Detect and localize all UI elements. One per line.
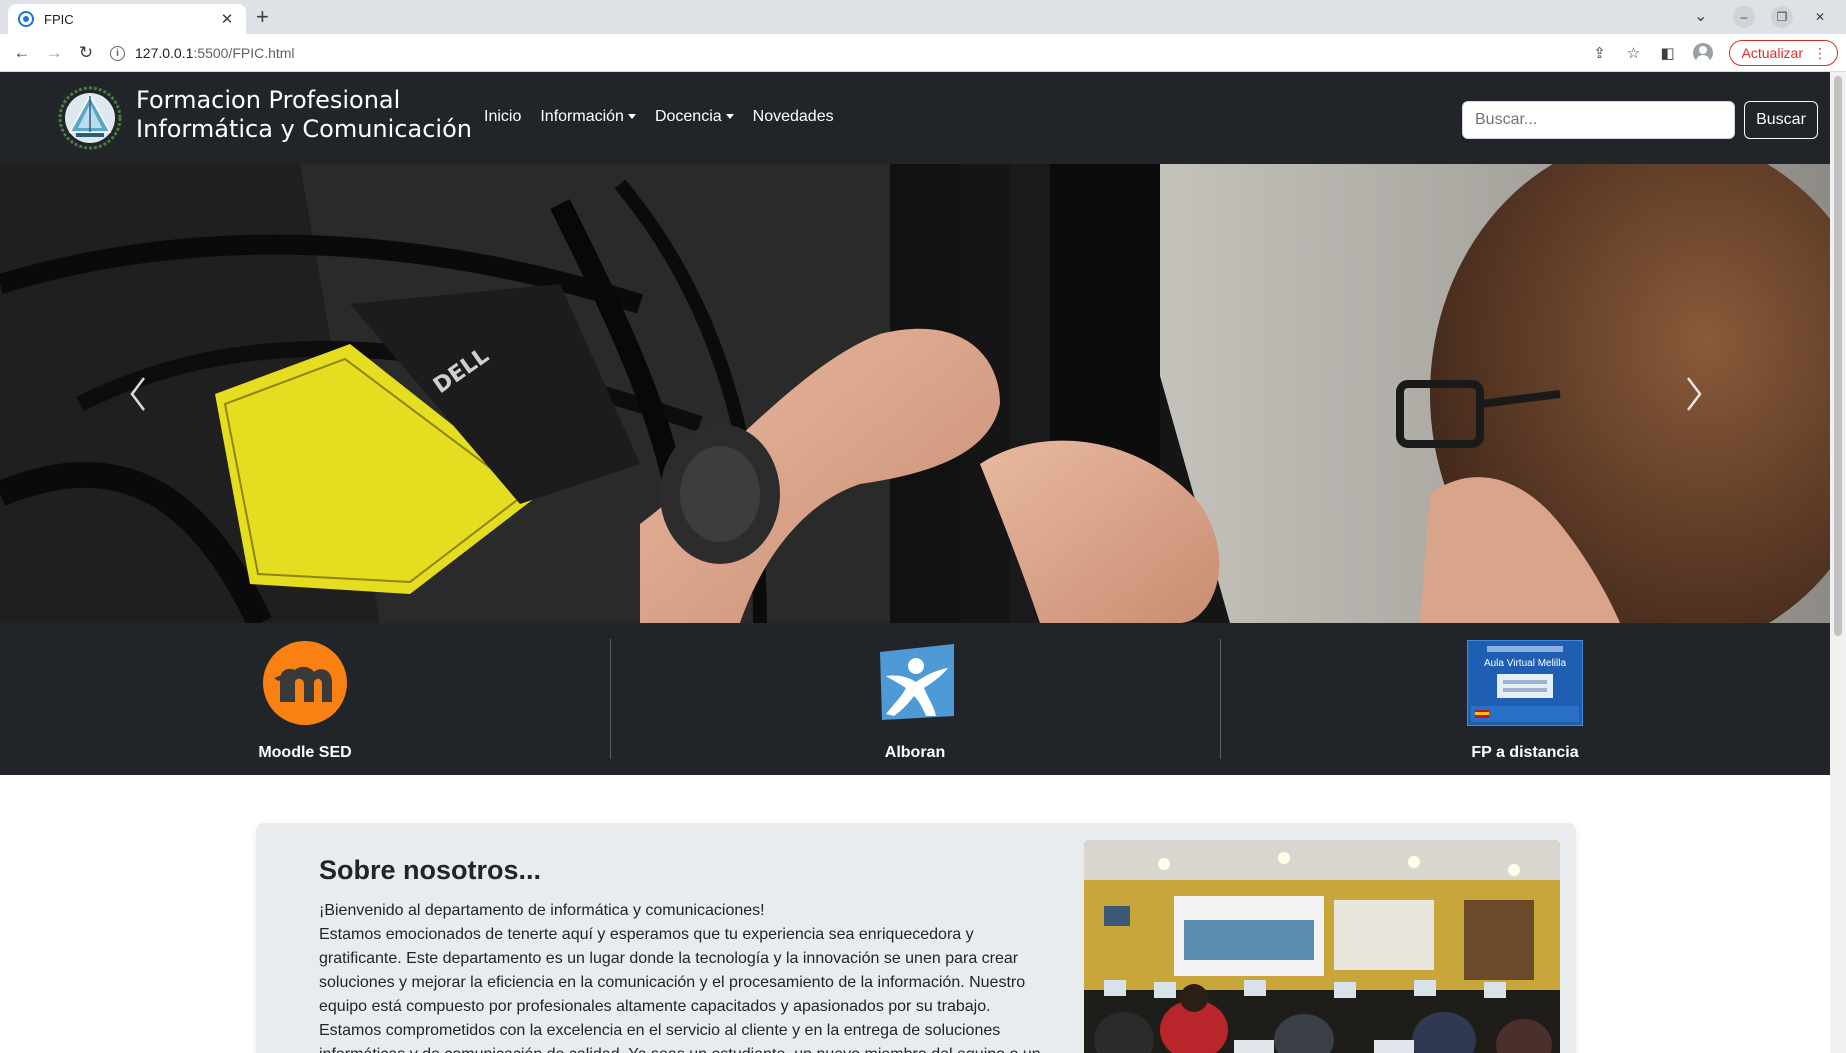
update-button[interactable]: Actualizar ⋮: [1728, 40, 1838, 66]
scrollbar-thumb[interactable]: [1834, 76, 1842, 636]
browser-tab-strip: FPIC ✕ + ⌄ – ❐ ✕: [0, 0, 1846, 34]
caret-down-icon: [725, 114, 734, 120]
quick-link-alboran[interactable]: Alboran: [610, 623, 1220, 775]
nav-inicio[interactable]: Inicio: [484, 108, 521, 126]
reload-button[interactable]: ↻: [72, 39, 100, 67]
fpic-logo-icon[interactable]: [58, 86, 122, 150]
bookmark-star-icon[interactable]: ☆: [1625, 44, 1643, 62]
about-title: Sobre nosotros...: [319, 855, 542, 885]
update-label: Actualizar: [1741, 45, 1803, 61]
quick-link-alboran-label: Alboran: [884, 744, 946, 761]
about-section: Sobre nosotros... ¡Bienvenido al departa…: [256, 823, 1576, 1053]
url-host: 127.0.0.1: [135, 45, 194, 61]
forward-button[interactable]: →: [40, 39, 68, 67]
tab-favicon-icon: [18, 11, 34, 27]
quick-links-bar: Moodle SED Alboran Aula Virtual Melilla …: [0, 623, 1830, 775]
browser-tab[interactable]: FPIC ✕: [8, 4, 246, 34]
about-description: Estamos emocionados de tenerte aquí y es…: [319, 926, 1041, 1053]
aula-virtual-banner-text: Aula Virtual Melilla: [1484, 658, 1567, 669]
brand-title[interactable]: Formacion Profesional Informática y Comu…: [136, 86, 472, 144]
search-input[interactable]: [1462, 101, 1735, 139]
carousel-prev-button[interactable]: [118, 374, 158, 414]
chevron-right-icon: [1687, 377, 1702, 411]
nav-inicio-label: Inicio: [484, 108, 522, 125]
alboran-icon: [880, 644, 954, 720]
nav-informacion-dropdown[interactable]: Información: [540, 108, 636, 126]
profile-avatar-icon[interactable]: [1692, 43, 1713, 63]
share-icon[interactable]: ⇪: [1591, 44, 1609, 62]
quick-link-moodle-label: Moodle SED: [258, 744, 352, 761]
quick-link-fp-distancia-label: FP a distancia: [1471, 744, 1579, 761]
about-classroom-photo: [1084, 840, 1560, 1053]
tab-search-chevron-icon[interactable]: ⌄: [1694, 6, 1707, 26]
site-navbar: Formacion Profesional Informática y Comu…: [0, 72, 1830, 164]
back-button[interactable]: ←: [8, 39, 36, 67]
carousel-slide-image: DELL: [0, 164, 1830, 623]
address-bar[interactable]: i 127.0.0.1:5500/FPIC.html: [110, 40, 1590, 66]
url-path: :5500/FPIC.html: [193, 45, 295, 61]
browser-toolbar: ← → ↻ i 127.0.0.1:5500/FPIC.html ⇪ ☆ ◧ A…: [0, 34, 1846, 72]
caret-down-icon: [627, 114, 636, 120]
brand-line-1: Formacion Profesional: [136, 86, 401, 114]
page-scrollbar[interactable]: [1830, 72, 1846, 1053]
new-tab-button[interactable]: +: [256, 5, 269, 29]
nav-informacion-label: Información: [540, 108, 624, 125]
search-button[interactable]: Buscar: [1744, 101, 1818, 139]
restore-button[interactable]: ❐: [1771, 6, 1793, 28]
moodle-icon: [263, 641, 347, 725]
about-text: ¡Bienvenido al departamento de informáti…: [319, 899, 1049, 1053]
site-info-icon[interactable]: i: [110, 45, 125, 61]
quick-link-moodle[interactable]: Moodle SED: [0, 623, 610, 775]
window-close-button[interactable]: ✕: [1809, 6, 1831, 28]
browser-menu-icon: ⋮: [1813, 44, 1827, 61]
nav-docencia-dropdown[interactable]: Docencia: [655, 108, 734, 126]
nav-docencia-label: Docencia: [654, 108, 722, 125]
hero-carousel: DELL: [0, 164, 1830, 623]
nav-novedades[interactable]: Novedades: [753, 108, 834, 126]
quick-link-fp-distancia[interactable]: Aula Virtual Melilla FP a distancia: [1220, 623, 1830, 775]
minimize-button[interactable]: –: [1733, 6, 1755, 28]
side-panel-icon[interactable]: ◧: [1659, 44, 1677, 62]
brand-line-2: Informática y Comunicación: [136, 115, 472, 143]
tab-close-icon[interactable]: ✕: [218, 10, 236, 28]
carousel-next-button[interactable]: [1674, 374, 1714, 414]
chevron-left-icon: [130, 377, 145, 411]
aula-virtual-icon: Aula Virtual Melilla: [1467, 640, 1583, 726]
main-nav: Inicio Información Docencia Novedades: [484, 108, 834, 126]
nav-novedades-label: Novedades: [752, 108, 834, 125]
about-welcome: ¡Bienvenido al departamento de informáti…: [319, 902, 765, 919]
classroom-image: [1084, 840, 1560, 1053]
tab-title: FPIC: [44, 11, 74, 27]
